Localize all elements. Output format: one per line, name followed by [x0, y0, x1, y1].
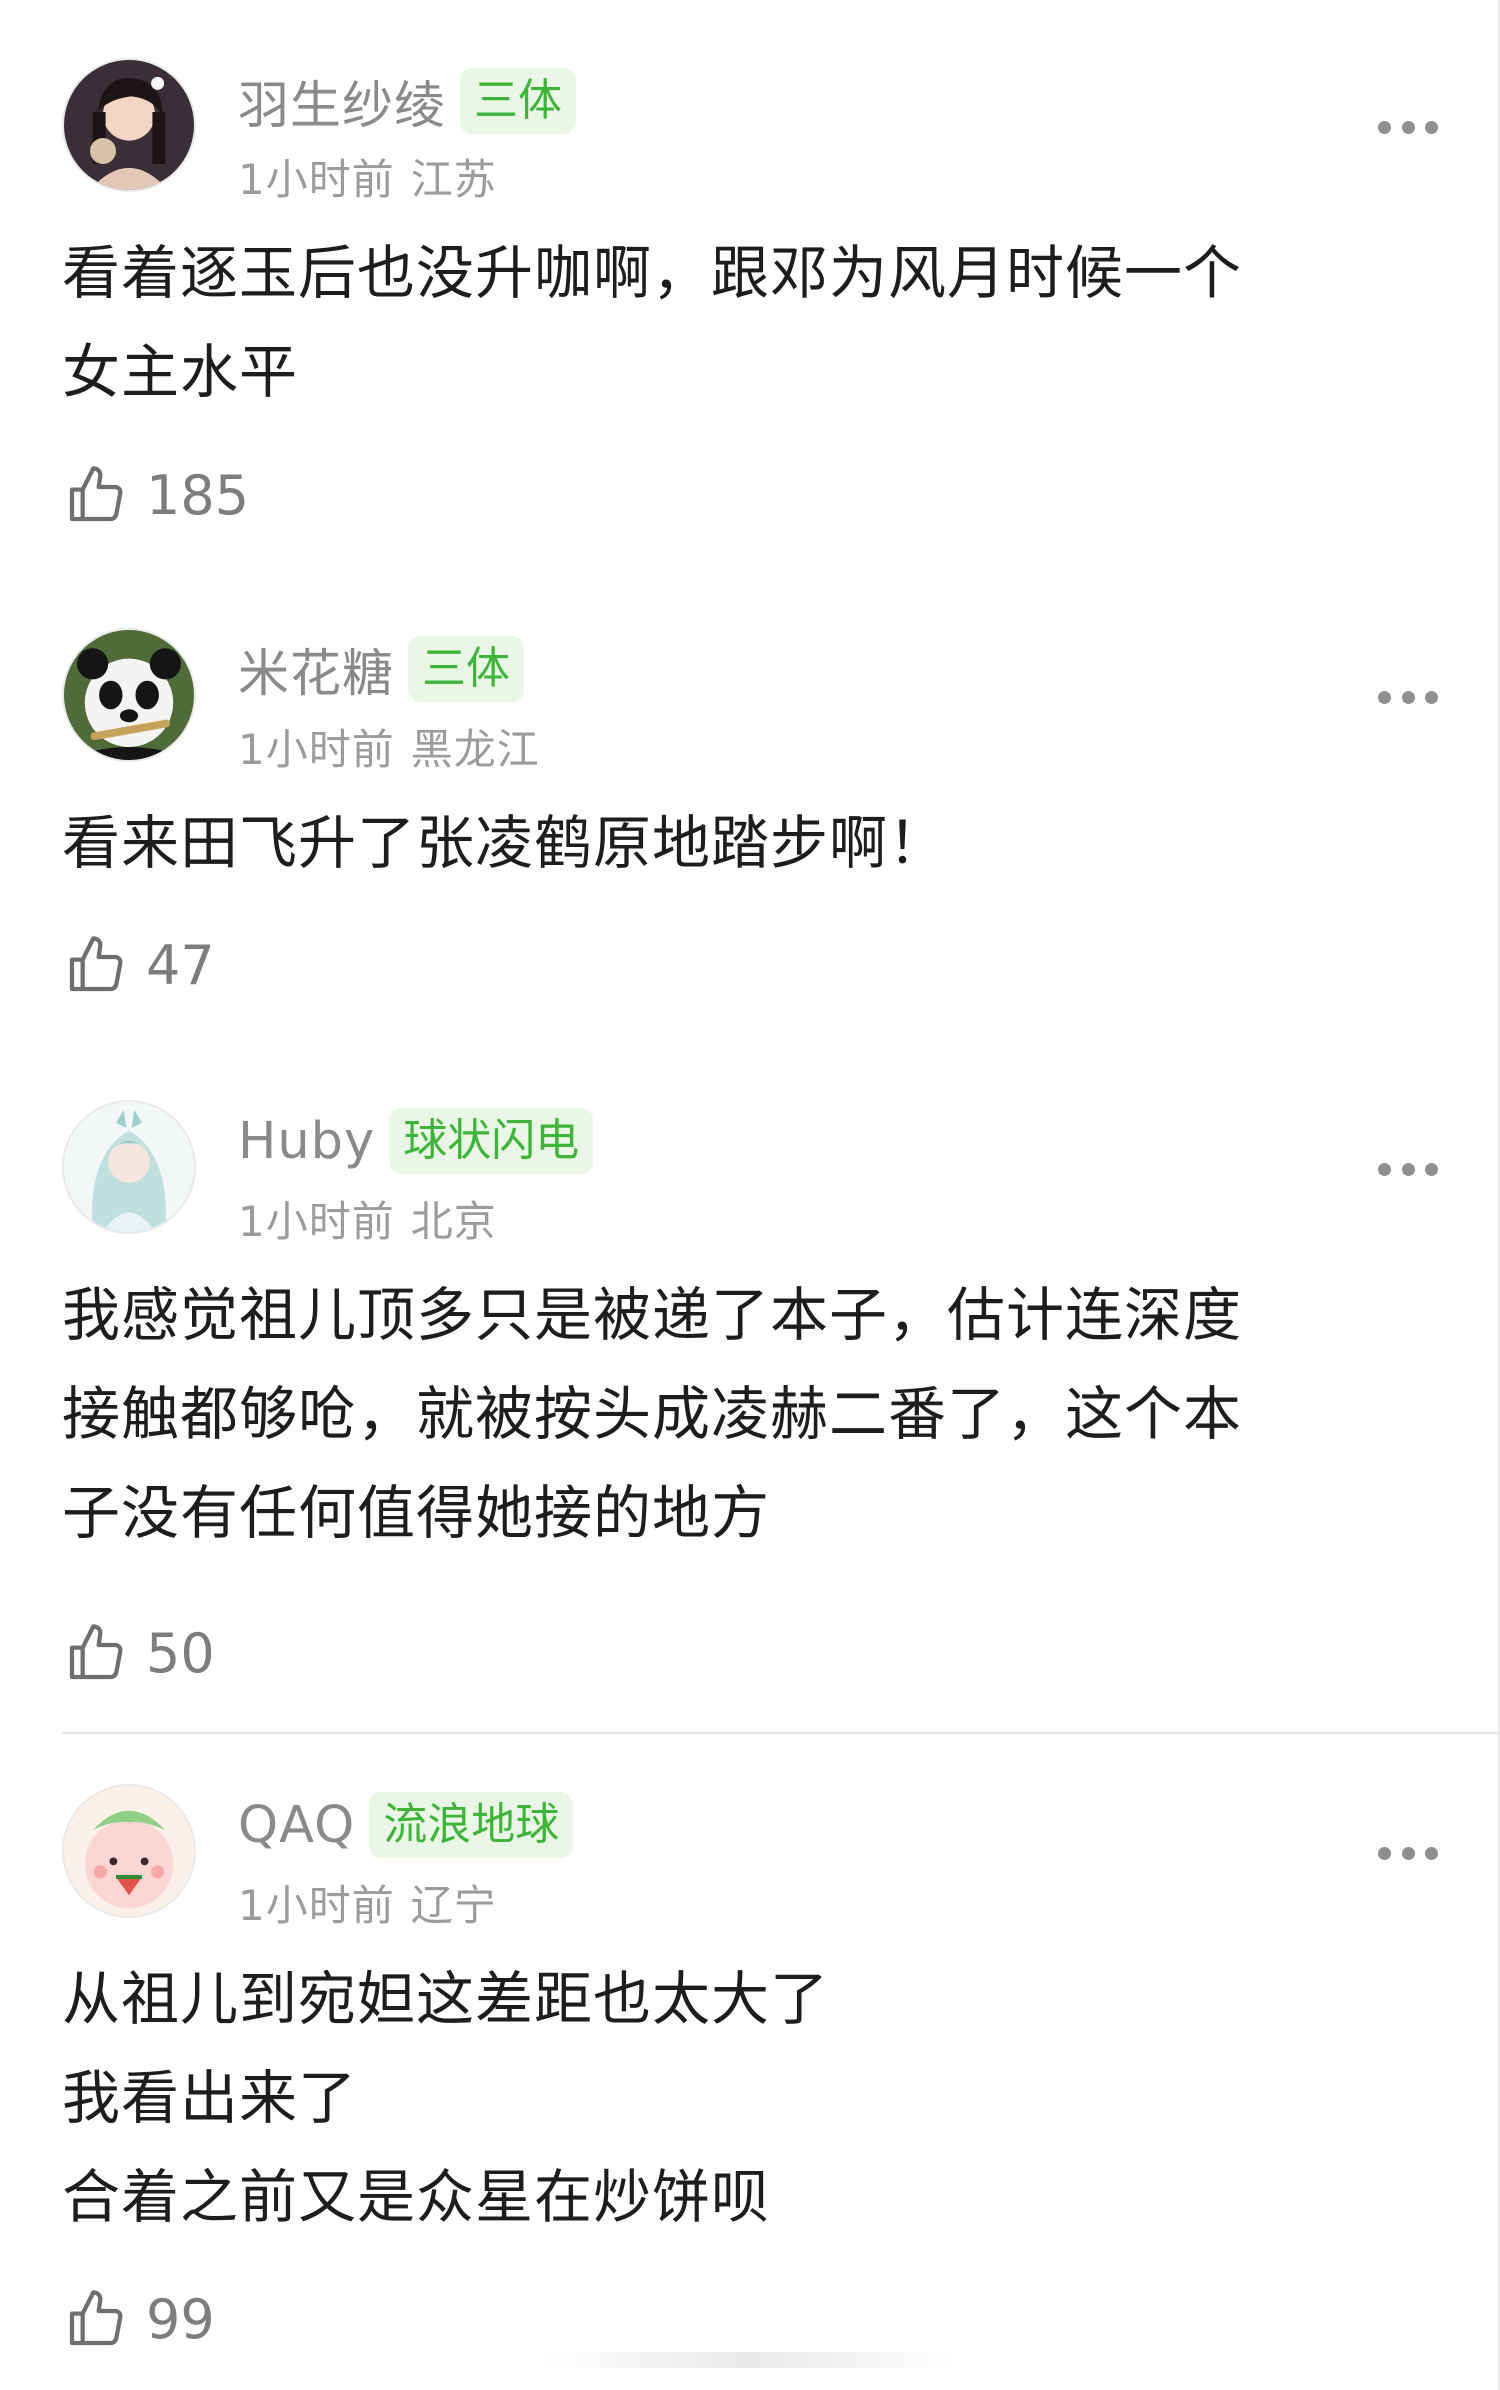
- comment-location: 黑龙江: [410, 725, 540, 774]
- like-count: 50: [146, 1621, 215, 1685]
- avatar[interactable]: [62, 58, 196, 192]
- user-badge: 三体: [460, 68, 577, 134]
- comment-time: 1小时前: [238, 1881, 395, 1930]
- comment-text-line: 女主水平: [62, 338, 299, 406]
- avatar[interactable]: [62, 1784, 196, 1918]
- name-row: Huby 球状闪电: [238, 1106, 594, 1176]
- comment-meta: 1小时前 辽宁: [238, 1872, 497, 1933]
- comment-text: 从祖儿到宛妲这差距也太大了 我看出来了 合着之前又是众星在炒饼呗: [62, 1950, 1432, 2247]
- comment-text: 看着逐玉后也没升咖啊，跟邓为风月时候一个 女主水平: [62, 224, 1432, 422]
- more-dots-icon[interactable]: [1378, 687, 1438, 707]
- comment-location: 江苏: [410, 155, 497, 204]
- comment-text: 看来田飞升了张凌鹤原地踏步啊！: [62, 794, 1432, 893]
- comment-text-line: 看来田飞升了张凌鹤原地踏步啊！: [62, 809, 948, 877]
- comment-list: 羽生纱绫 三体 1小时前 江苏 看着逐玉后也没升咖啊，跟邓为风月时候一个 女主水平…: [0, 0, 1500, 2390]
- more-dots-icon[interactable]: [1378, 1159, 1438, 1179]
- comment-text-line: 我看出来了: [62, 2064, 358, 2132]
- comment-meta: 1小时前 江苏: [238, 146, 497, 207]
- name-row: 米花糖 三体: [238, 632, 525, 706]
- like-button[interactable]: 47: [64, 930, 215, 1000]
- comment-text: 我感觉祖儿顶多只是被递了本子，估计连深度 接触都够呛，就被按头成凌赫二番了，这个…: [62, 1266, 1432, 1563]
- comment-text-line: 看着逐玉后也没升咖啊，跟邓为风月时候一个: [62, 239, 1243, 307]
- comment-location: 北京: [410, 1197, 497, 1246]
- username[interactable]: Huby: [238, 1112, 375, 1171]
- like-count: 185: [146, 463, 250, 527]
- like-button[interactable]: 50: [64, 1618, 215, 1688]
- like-count: 47: [146, 933, 215, 997]
- comment-text-line: 我感觉祖儿顶多只是被递了本子，估计连深度: [62, 1281, 1243, 1349]
- thumbs-up-icon: [69, 466, 123, 522]
- like-count: 99: [146, 2287, 215, 2351]
- comment-text-line: 从祖儿到宛妲这差距也太大了: [62, 1965, 830, 2033]
- username[interactable]: 米花糖: [238, 632, 394, 706]
- thumbs-up-icon: [69, 2290, 123, 2346]
- like-button[interactable]: 99: [64, 2284, 215, 2354]
- thumbs-up-icon: [69, 936, 123, 992]
- comment-meta: 1小时前 黑龙江: [238, 716, 540, 777]
- avatar[interactable]: [62, 1100, 196, 1234]
- comment-time: 1小时前: [238, 725, 395, 774]
- scroll-indicator: [540, 2352, 960, 2368]
- avatar-girl-icon: [64, 60, 194, 190]
- username[interactable]: QAQ: [238, 1796, 355, 1855]
- like-button[interactable]: 185: [64, 460, 249, 530]
- user-badge: 三体: [408, 636, 525, 702]
- name-row: 羽生纱绫 三体: [238, 64, 577, 138]
- avatar[interactable]: [62, 628, 196, 762]
- comment-text-line: 合着之前又是众星在炒饼呗: [62, 2163, 771, 2231]
- username[interactable]: 羽生纱绫: [238, 64, 446, 138]
- thumbs-up-icon: [69, 1624, 123, 1680]
- avatar-panda-icon: [64, 630, 194, 760]
- name-row: QAQ 流浪地球: [238, 1790, 574, 1860]
- comment-text-line: 子没有任何值得她接的地方: [62, 1479, 771, 1547]
- user-badge: 流浪地球: [369, 1792, 574, 1858]
- comment-time: 1小时前: [238, 1197, 395, 1246]
- comment-location: 辽宁: [410, 1881, 497, 1930]
- comment-time: 1小时前: [238, 155, 395, 204]
- avatar-anime-icon: [64, 1102, 194, 1232]
- user-badge: 球状闪电: [389, 1108, 594, 1174]
- divider: [62, 1732, 1500, 1734]
- comment-text-line: 接触都够呛，就被按头成凌赫二番了，这个本: [62, 1380, 1243, 1448]
- more-dots-icon[interactable]: [1378, 1843, 1438, 1863]
- more-dots-icon[interactable]: [1378, 117, 1438, 137]
- avatar-pink-cartoon-icon: [64, 1786, 194, 1916]
- comment-meta: 1小时前 北京: [238, 1188, 497, 1249]
